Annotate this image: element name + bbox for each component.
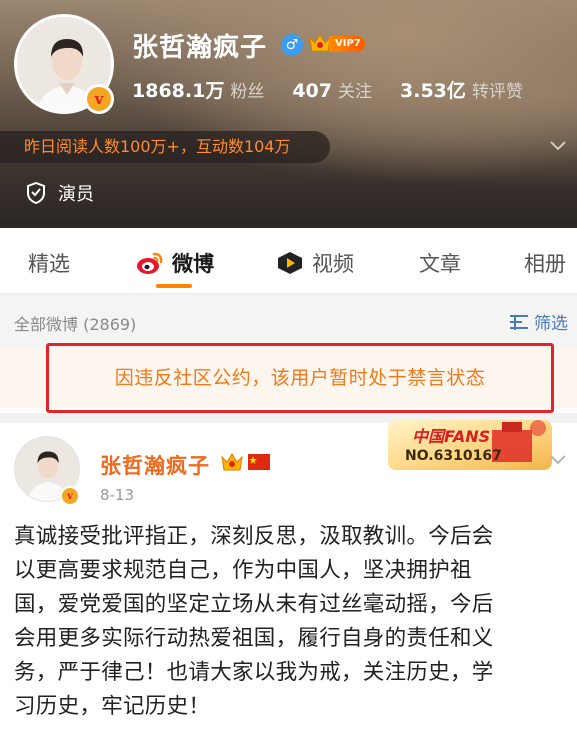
tab-articles[interactable]: 文章 [419, 248, 461, 278]
interactions-label: 转评赞 [471, 82, 523, 102]
following-label[interactable]: 关注 [338, 77, 372, 102]
post-author-name[interactable]: 张哲瀚疯子 [100, 450, 210, 480]
following-count[interactable]: 407 [292, 80, 332, 102]
filter-label: 筛选 [534, 314, 568, 334]
fans-card-title: 中国FANS [412, 427, 491, 446]
tab-featured[interactable]: 精选 [28, 248, 70, 278]
fans-card-number: NO.6310167 [405, 448, 502, 464]
tab-label: 相册 [524, 252, 566, 276]
vip-crown-icon [221, 453, 243, 471]
chevron-down-icon[interactable] [550, 140, 566, 152]
post-text-line: 习历史，牢记历史！ [14, 694, 211, 719]
interactions-count: 3.53亿 [400, 80, 466, 102]
tab-album[interactable]: 相册 [524, 248, 566, 278]
reading-stats-highlight[interactable]: 昨日阅读人数100万+，互动数104万 [0, 131, 330, 163]
post-text-line: 真诚接受批评指正，深刻反思，汲取教训。今后会 [14, 524, 494, 549]
verified-badge-icon: v [60, 486, 80, 506]
filter-icon [510, 314, 528, 330]
tab-weibo[interactable]: 微博 [136, 248, 214, 278]
china-flag-icon [248, 454, 270, 470]
filter-bar: 全部微博 (2869) 筛选 [0, 294, 577, 348]
followers-count[interactable]: 1868.1万 [132, 76, 224, 103]
verified-badge-icon: v [84, 84, 114, 114]
post-text-line: 以更高要求规范自己，作为中国人，坚决拥护祖 [14, 558, 472, 583]
profile-name: 张哲瀚疯子 [132, 33, 268, 63]
profile-stats: 1868.1万 粉丝 407 关注 3.53亿 转评赞 [132, 76, 551, 103]
tab-video[interactable]: 视频 [276, 248, 354, 278]
tab-label: 微博 [172, 252, 214, 276]
all-weibo-count: 全部微博 (2869) [14, 315, 137, 334]
active-tab-indicator [156, 284, 192, 288]
video-play-icon [278, 252, 302, 274]
ban-notice-highlight-box [46, 343, 554, 413]
followers-label[interactable]: 粉丝 [230, 77, 264, 102]
weibo-logo-icon [137, 252, 163, 274]
male-gender-icon: ♂ [281, 34, 303, 56]
role-label: 演员 [58, 184, 94, 205]
post-text-line: 会用更多实际行动热爱祖国，履行自身的责任和义 [14, 626, 494, 651]
post-text: 真诚接受批评指正，深刻反思，汲取教训。今后会 以更高要求规范自己，作为中国人，坚… [14, 520, 566, 724]
tab-label: 精选 [28, 252, 70, 276]
shield-icon [27, 182, 45, 204]
post-text-line: 国，爱党爱国的坚定立场从未有过丝毫动摇，今后 [14, 592, 494, 617]
tab-label: 文章 [419, 252, 461, 276]
profile-tabs: 精选 微博 视频 文章 相册 [0, 228, 577, 294]
post-text-line: 务，严于律己！也请大家以我为戒，关注历史，学 [14, 660, 494, 685]
chevron-down-icon[interactable] [550, 454, 566, 466]
filter-button[interactable]: 筛选 [508, 309, 568, 334]
post-date: 8-13 [100, 486, 135, 504]
tab-label: 视频 [312, 252, 354, 276]
profile-role: 演员 [26, 180, 94, 206]
vip-level-badge[interactable]: VIP7 [329, 36, 365, 52]
